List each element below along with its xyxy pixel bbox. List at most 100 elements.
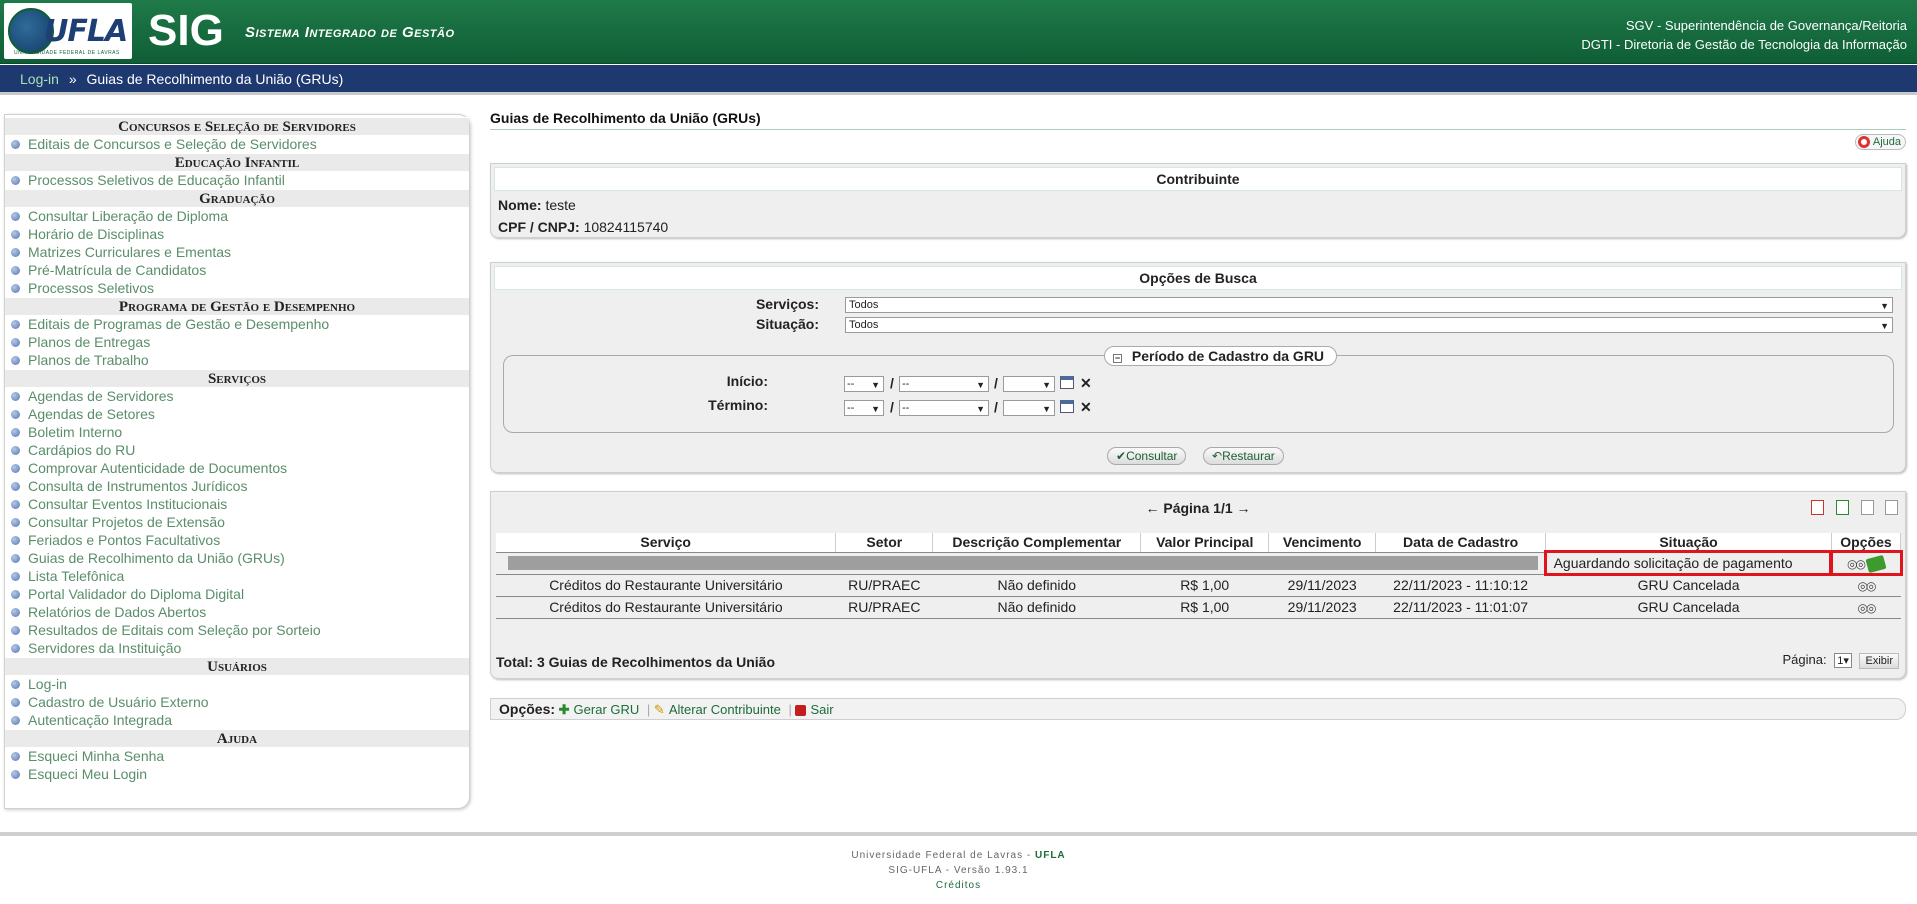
restaurar-button[interactable]: ↶Restaurar [1203, 447, 1284, 465]
pager[interactable]: ← Página 1/1 → [491, 500, 1905, 516]
sair-link[interactable]: Sair [810, 702, 833, 717]
breadcrumb-login-link[interactable]: Log-in [20, 71, 59, 87]
sidebar-item[interactable]: Log-in [5, 675, 469, 693]
chevron-down-icon: ▼ [1880, 321, 1889, 331]
help-label: Ajuda [1872, 136, 1901, 148]
exibir-button[interactable]: Exibir [1859, 653, 1899, 669]
alterar-contribuinte-link[interactable]: Alterar Contribuinte [669, 702, 781, 717]
chevron-down-icon: ▼ [1880, 301, 1889, 311]
sidebar-item-label: Consultar Liberação de Diploma [28, 208, 228, 224]
sidebar-item-label: Comprovar Autenticidade de Documentos [28, 460, 288, 476]
cell-vencimento: 29/11/2023 [1268, 596, 1376, 619]
sidebar-item[interactable]: Comprovar Autenticidade de Documentos [5, 459, 469, 477]
view-binoculars-icon[interactable]: ◎◎ [1847, 557, 1866, 571]
consultar-button[interactable]: ✔Consultar [1107, 447, 1187, 465]
sidebar-item[interactable]: Consultar Liberação de Diploma [5, 207, 469, 225]
footer-divider [0, 832, 1917, 836]
sidebar-item[interactable]: Horário de Disciplinas [5, 225, 469, 243]
sidebar-item[interactable]: Pré-Matrícula de Candidatos [5, 261, 469, 279]
periodo-legend[interactable]: − Período de Cadastro da GRU [1104, 346, 1338, 366]
cell-descricao: Não definido [932, 574, 1141, 597]
lifebuoy-icon [1857, 136, 1870, 148]
sidebar-item[interactable]: Esqueci Minha Senha [5, 747, 469, 765]
sidebar-item[interactable]: Autenticação Integrada [5, 711, 469, 729]
sidebar-item[interactable]: Boletim Interno [5, 423, 469, 441]
table-row[interactable]: Créditos do Restaurante Universitário RU/… [496, 596, 1901, 619]
servicos-select[interactable]: Todos ▼ [845, 297, 1893, 313]
sidebar-item[interactable]: Processos Seletivos de Educação Infantil [5, 171, 469, 189]
sidebar-item[interactable]: Consultar Eventos Institucionais [5, 495, 469, 513]
sidebar-item-label: Pré-Matrícula de Candidatos [28, 262, 207, 278]
footer: Universidade Federal de Lavras - UFLA SI… [0, 848, 1917, 893]
clear-date-icon[interactable]: ✕ [1080, 399, 1092, 416]
sidebar-item[interactable]: Resultados de Editais com Seleção por So… [5, 621, 469, 639]
sidebar-item[interactable]: Matrizes Curriculares e Ementas [5, 243, 469, 261]
sidebar-item[interactable]: Relatórios de Dados Abertos [5, 603, 469, 621]
sidebar-item[interactable]: Servidores da Instituição [5, 639, 469, 657]
excel-export-icon[interactable] [1836, 500, 1849, 515]
clear-date-icon[interactable]: ✕ [1080, 375, 1092, 392]
print-icon[interactable] [1885, 500, 1898, 515]
header-info: SGV - Superintendência de Governança/Rei… [1581, 16, 1907, 54]
sidebar-item[interactable]: Lista Telefônica [5, 567, 469, 585]
termino-label: Término: [708, 397, 768, 413]
opcoes-bar: Opções: ✚ Gerar GRU | ✎ Alterar Contribuin… [490, 698, 1906, 720]
view-binoculars-icon[interactable]: ◎◎ [1858, 579, 1877, 593]
termino-day-select[interactable]: -- ▼ [844, 400, 884, 416]
sidebar-item[interactable]: Guias de Recolhimento da União (GRUs) [5, 549, 469, 567]
bullet-icon [11, 337, 20, 347]
check-icon: ✔ [1116, 449, 1127, 463]
chart-export-icon[interactable] [1861, 500, 1874, 515]
inicio-day-select[interactable]: -- ▼ [844, 376, 884, 392]
sidebar-item[interactable]: Cardápios do RU [5, 441, 469, 459]
pagina-value: 1 [1837, 655, 1844, 667]
sidebar-item[interactable]: Editais de Programas de Gestão e Desempe… [5, 315, 469, 333]
termino-month-select[interactable]: -- ▼ [899, 400, 989, 416]
inicio-year-select[interactable]: ▼ [1003, 376, 1055, 392]
footer-creditos-link[interactable]: Créditos [0, 878, 1917, 893]
payment-cash-icon[interactable] [1865, 555, 1887, 574]
termino-year-select[interactable]: ▼ [1003, 400, 1055, 416]
footer-university: Universidade Federal de Lavras - [851, 850, 1035, 861]
sidebar-item[interactable]: Agendas de Setores [5, 405, 469, 423]
sidebar-item-label: Guias de Recolhimento da União (GRUs) [28, 550, 285, 566]
sidebar-item-label: Agendas de Servidores [28, 388, 174, 404]
bullet-icon [11, 499, 20, 509]
sidebar-item[interactable]: Cadastro de Usuário Externo [5, 693, 469, 711]
view-binoculars-icon[interactable]: ◎◎ [1858, 601, 1877, 615]
sidebar-item[interactable]: Feriados e Pontos Facultativos [5, 531, 469, 549]
sidebar-item-label: Cadastro de Usuário Externo [28, 694, 209, 710]
situacao-selected: Todos [849, 319, 879, 331]
sidebar-item[interactable]: Processos Seletivos [5, 279, 469, 297]
calendar-icon[interactable] [1060, 376, 1074, 389]
pagina-select[interactable]: 1▾ [1834, 653, 1852, 668]
pdf-export-icon[interactable] [1811, 500, 1824, 515]
busca-panel: Opções de Busca Serviços: Todos ▼ Situaç… [490, 262, 1906, 473]
situacao-select[interactable]: Todos ▼ [845, 317, 1893, 333]
bullet-icon [11, 481, 20, 491]
sidebar-item[interactable]: Esqueci Meu Login [5, 765, 469, 783]
sidebar-item[interactable]: Consultar Projetos de Extensão [5, 513, 469, 531]
gerar-gru-link[interactable]: Gerar GRU [574, 702, 640, 717]
sidebar-item[interactable]: Agendas de Servidores [5, 387, 469, 405]
sidebar-item[interactable]: Planos de Trabalho [5, 351, 469, 369]
periodo-legend-text: Período de Cadastro da GRU [1131, 348, 1325, 364]
sidebar-item-label: Servidores da Instituição [28, 640, 182, 656]
ufla-logo[interactable]: UFLA UNIVERSIDADE FEDERAL DE LAVRAS [4, 3, 132, 59]
sidebar-item[interactable]: Consulta de Instrumentos Jurídicos [5, 477, 469, 495]
inicio-month-select[interactable]: -- ▼ [899, 376, 989, 392]
sidebar-item[interactable]: Planos de Entregas [5, 333, 469, 351]
calendar-icon[interactable] [1060, 400, 1074, 413]
sidebar-item-label: Consultar Eventos Institucionais [28, 496, 228, 512]
table-row[interactable]: Créditos do Restaurante Universitário RU/… [496, 574, 1901, 597]
bullet-icon [11, 427, 20, 437]
bullet-icon [11, 175, 20, 185]
bullet-icon [11, 679, 20, 689]
sidebar-item[interactable]: Editais de Concursos e Seleção de Servid… [5, 135, 469, 153]
help-button[interactable]: Ajuda [1854, 134, 1906, 150]
sidebar-item-label: Portal Validador do Diploma Digital [28, 586, 245, 602]
sidebar-item[interactable]: Portal Validador do Diploma Digital [5, 585, 469, 603]
bullet-icon [11, 517, 20, 527]
sidebar-item-label: Agendas de Setores [28, 406, 155, 422]
table-row[interactable]: Aguardando solicitação de pagamento ◎◎ [496, 550, 1903, 576]
